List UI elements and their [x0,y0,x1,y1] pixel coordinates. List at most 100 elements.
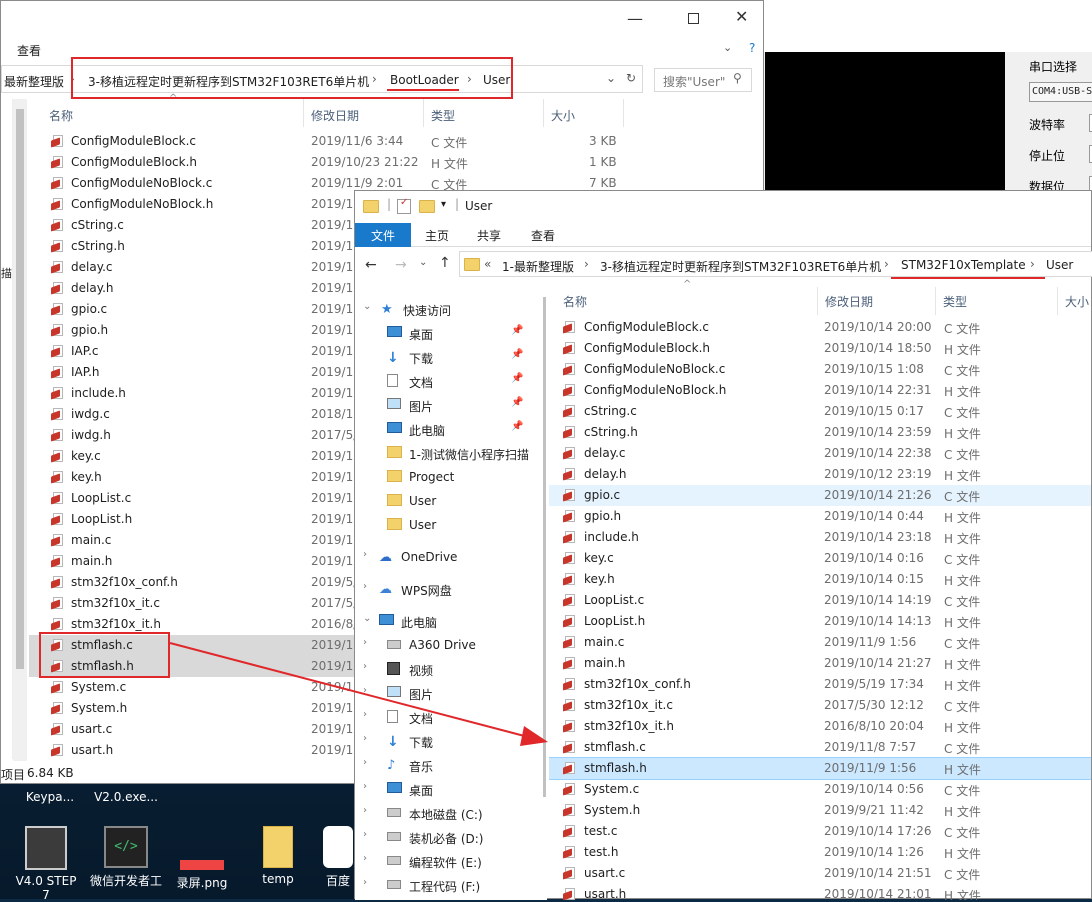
collapsed-chevron-icon[interactable]: › [363,781,367,792]
minimize-button[interactable]: — [627,9,647,29]
collapsed-chevron-icon[interactable]: › [363,805,367,816]
serial-receive-area[interactable] [765,52,1005,190]
overflow-chevron-icon[interactable]: « [484,257,491,271]
file-row[interactable]: System.c 2019/10/14 0:56 C 文件 [549,779,1091,800]
ribbon-tab-view[interactable]: 查看 [531,227,555,244]
nav-pc-item[interactable]: › 装机必备 (D:) [355,825,555,849]
up-arrow-icon[interactable]: ↑ [439,255,451,271]
file-row[interactable]: gpio.h 2019/10/14 0:44 H 文件 [549,506,1091,527]
breadcrumb-segment[interactable]: 最新整理版 [4,73,64,90]
pin-icon[interactable]: 📌 [511,397,523,408]
file-row[interactable]: stmflash.h 2019/11/9 1:56 H 文件 [549,757,1091,780]
breadcrumb-segment[interactable]: 1-最新整理版 [502,258,574,275]
breadcrumb-segment[interactable]: STM32F10xTemplate [901,258,1026,272]
file-row[interactable]: ConfigModuleBlock.c 2019/11/6 3:44 C 文件 3 K… [29,131,763,152]
column-header-size[interactable]: 大小 [551,107,575,124]
ribbon-expand-chevron-icon[interactable]: ⌄ [723,41,732,54]
ribbon-tab-home[interactable]: 主页 [425,227,449,244]
column-divider[interactable] [623,99,624,127]
desktop-icon-recording-png[interactable]: 录屏.png [166,826,238,891]
file-row[interactable]: delay.h 2019/10/12 23:19 H 文件 [549,464,1091,485]
pin-icon[interactable]: 📌 [511,421,523,432]
nav-item[interactable]: 此电脑 📌 [355,417,555,441]
column-header-type[interactable]: 类型 [431,107,455,124]
file-row[interactable]: LoopList.h 2019/10/14 14:13 H 文件 [549,611,1091,632]
file-row[interactable]: main.c 2019/11/9 1:56 C 文件 [549,632,1091,653]
file-row[interactable]: test.c 2019/10/14 17:26 C 文件 [549,821,1091,842]
file-row[interactable]: main.h 2019/10/14 21:27 H 文件 [549,653,1091,674]
breadcrumb-segment[interactable]: 3-移植远程定时更新程序到STM32F103RET6单片机 [600,258,881,275]
expanded-chevron-icon[interactable]: ⌄ [363,301,371,312]
nav-pc-item[interactable]: › 桌面 [355,777,555,801]
properties-icon[interactable]: ✓ [397,197,411,214]
column-divider[interactable] [935,287,936,315]
file-row[interactable]: key.c 2019/10/14 0:16 C 文件 [549,548,1091,569]
help-icon[interactable]: ? [749,41,755,55]
file-row[interactable]: cString.h 2019/10/14 23:59 H 文件 [549,422,1091,443]
file-row[interactable]: usart.c 2019/10/14 21:51 C 文件 [549,863,1091,884]
forward-arrow-icon[interactable]: → [395,257,407,273]
nav-item[interactable]: 文档 📌 [355,369,555,393]
file-row[interactable]: include.h 2019/10/14 23:18 H 文件 [549,527,1091,548]
column-header-size[interactable]: 大小 [1065,293,1089,310]
nav-item[interactable]: Progect [355,465,555,489]
column-divider[interactable] [543,99,544,127]
file-row[interactable]: test.h 2019/10/14 1:26 H 文件 [549,842,1091,863]
column-header-type[interactable]: 类型 [943,293,967,310]
column-divider[interactable] [423,99,424,127]
collapsed-chevron-icon[interactable]: › [363,581,367,592]
pin-icon[interactable]: 📌 [511,325,523,336]
ribbon-tab-share[interactable]: 共享 [477,227,501,244]
back-arrow-icon[interactable]: ← [365,257,377,273]
pin-icon[interactable]: 📌 [511,349,523,360]
breadcrumb-segment[interactable]: User [1046,258,1073,272]
column-header-name[interactable]: 名称 [563,293,587,310]
file-row[interactable]: stm32f10x_it.h 2016/8/10 20:04 H 文件 [549,716,1091,737]
nav-scrollbar[interactable] [13,99,27,761]
nav-item[interactable]: 桌面 📌 [355,321,555,345]
address-dropdown-icon[interactable]: ⌄ [606,71,616,85]
desktop-icon-temp[interactable]: temp [242,826,314,886]
nav-scrollbar-thumb[interactable] [16,109,24,669]
address-bar[interactable]: « 1-最新整理版 › 3-移植远程定时更新程序到STM32F103RET6单片… [459,251,1092,277]
refresh-icon[interactable]: ↻ [626,71,636,85]
file-row[interactable]: gpio.c 2019/10/14 21:26 C 文件 [549,485,1091,506]
file-row[interactable]: ConfigModuleNoBlock.c 2019/10/15 1:08 C 文件 [549,359,1091,380]
file-row[interactable]: ConfigModuleBlock.h 2019/10/23 21:22 H 文件 1… [29,152,763,173]
desktop-icon-keypad[interactable]: Keypa... [14,790,86,804]
new-folder-icon[interactable] [419,200,435,213]
maximize-button[interactable] [688,13,699,24]
ribbon-tab-view[interactable]: 查看 [17,42,41,59]
file-row[interactable]: LoopList.c 2019/10/14 14:19 C 文件 [549,590,1091,611]
pin-icon[interactable]: 📌 [511,373,523,384]
file-row[interactable]: ConfigModuleBlock.c 2019/10/14 20:00 C 文件 [549,317,1091,338]
column-header-date[interactable]: 修改日期 [825,293,873,310]
column-divider[interactable] [303,99,304,127]
file-row[interactable]: cString.c 2019/10/15 0:17 C 文件 [549,401,1091,422]
collapsed-chevron-icon[interactable]: › [363,853,367,864]
nav-pc-item[interactable]: › 本地磁盘 (C:) [355,801,555,825]
file-row[interactable]: stm32f10x_conf.h 2019/5/19 17:34 H 文件 [549,674,1091,695]
close-button[interactable]: ✕ [735,7,755,27]
file-row[interactable]: stmflash.c 2019/11/8 7:57 C 文件 [549,737,1091,758]
desktop-icon-baidu[interactable]: 百度 [318,826,358,889]
column-header-date[interactable]: 修改日期 [311,107,359,124]
ribbon-tab-file[interactable]: 文件 [355,223,411,247]
collapsed-chevron-icon[interactable]: › [363,829,367,840]
nav-item[interactable]: 1-测试微信小程序扫描 [355,441,555,465]
nav-item[interactable]: ↓ 下载 📌 [355,345,555,369]
desktop-icon-step7[interactable]: V4.0 STEP 7 [10,826,82,902]
nav-onedrive[interactable]: › ☁ OneDrive [355,545,555,569]
nav-item[interactable]: 图片 📌 [355,393,555,417]
nav-item[interactable]: User [355,513,555,537]
expanded-chevron-icon[interactable]: ⌄ [363,613,371,624]
nav-quick-access[interactable]: ⌄ ★ 快速访问 [355,297,555,321]
nav-pc-item[interactable]: › 编程软件 (E:) [355,849,555,873]
column-divider[interactable] [817,287,818,315]
nav-pc-item[interactable]: › 工程代码 (F:) [355,873,555,897]
port-select-dropdown[interactable]: COM4:USB-S [1029,82,1092,102]
collapsed-chevron-icon[interactable]: › [363,549,367,560]
file-row[interactable]: System.h 2019/9/21 11:42 H 文件 [549,800,1091,821]
file-row[interactable]: ConfigModuleBlock.h 2019/10/14 18:50 H 文件 [549,338,1091,359]
column-divider[interactable] [1057,287,1058,315]
